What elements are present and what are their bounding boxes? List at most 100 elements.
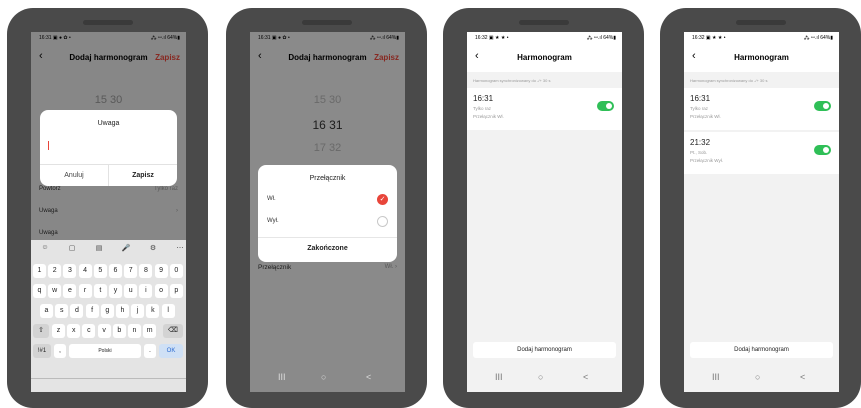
back-icon[interactable]: < <box>583 372 588 382</box>
key-digit[interactable]: 3 <box>63 264 77 278</box>
key-letter[interactable]: g <box>100 304 114 318</box>
key-letter[interactable]: q <box>33 284 46 298</box>
keyboard-layout-icon[interactable]: ▤ <box>93 244 105 252</box>
note-input[interactable] <box>48 138 168 152</box>
add-schedule-button[interactable]: Dodaj harmonogram <box>690 342 833 358</box>
status-time: 16:32 ▣ ★ ★ • <box>475 35 509 41</box>
key-letter[interactable]: c <box>82 324 96 338</box>
key-letter[interactable]: m <box>143 324 157 338</box>
schedule-item[interactable]: 21:32 Pt., Sob. Przełącznik Wył. <box>684 132 839 174</box>
status-bar: 16:32 ▣ ★ ★ • ⁂ ꟷ.ıl 64%▮ <box>467 32 622 44</box>
schedule-item[interactable]: 16:31 Tylko raz Przełącznik Wł. <box>467 88 622 130</box>
recent-apps-icon[interactable]: III <box>712 372 720 382</box>
speaker-notch <box>83 20 133 25</box>
schedule-action: Przełącznik Wył. <box>690 158 723 163</box>
key-digit[interactable]: 1 <box>33 264 46 278</box>
recent-apps-icon[interactable]: III <box>278 372 286 382</box>
option-label: Wył. <box>267 218 279 224</box>
key-letter[interactable]: d <box>70 304 84 318</box>
emoji-icon[interactable]: ☺ <box>39 244 51 251</box>
key-letter[interactable]: y <box>109 284 122 298</box>
dialog-divider <box>258 237 397 238</box>
schedule-toggle[interactable] <box>597 101 614 111</box>
more-icon[interactable]: ⋯ <box>174 244 186 252</box>
key-letter[interactable]: a <box>40 304 53 318</box>
recent-apps-icon[interactable]: III <box>495 372 503 382</box>
key-digit[interactable]: 7 <box>124 264 138 278</box>
sync-note: Harmonogram synchronizowany do -/+ 30 s <box>690 78 768 83</box>
key-letter[interactable]: p <box>169 284 183 298</box>
cancel-button[interactable]: Anuluj <box>40 172 108 179</box>
back-icon[interactable]: < <box>800 372 805 382</box>
key-letter[interactable]: z <box>52 324 65 338</box>
key-letter[interactable]: k <box>146 304 160 318</box>
option-off[interactable]: Wył. <box>258 213 397 231</box>
ok-key[interactable]: OK <box>159 344 183 358</box>
page-title: Harmonogram <box>734 53 789 62</box>
schedule-time: 16:31 <box>690 94 711 103</box>
key-letter[interactable]: h <box>116 304 129 318</box>
key-letter[interactable]: r <box>78 284 92 298</box>
backspace-key[interactable]: ⌫ <box>163 324 183 338</box>
schedule-toggle[interactable] <box>814 145 831 155</box>
keyboard-toolbar: ☺ ▢ ▤ 🎤 ⚙ ⋯ <box>31 244 186 258</box>
home-icon[interactable]: ○ <box>755 372 760 382</box>
microphone-icon[interactable]: 🎤 <box>120 244 132 252</box>
schedule-item[interactable]: 16:31 Tylko raz Przełącznik Wł. <box>684 88 839 130</box>
key-digit[interactable]: 0 <box>169 264 183 278</box>
key-letter[interactable]: l <box>161 304 175 318</box>
key-letter[interactable]: w <box>48 284 62 298</box>
done-button[interactable]: Zakończone <box>258 245 397 252</box>
system-nav-bar: III ○ < <box>467 364 622 392</box>
radio-checked-icon: ✓ <box>377 194 388 205</box>
key-letter[interactable]: u <box>124 284 138 298</box>
space-key[interactable]: Polski <box>69 344 141 358</box>
key-letter[interactable]: t <box>93 284 107 298</box>
schedule-repeat: Tylko raz <box>473 106 492 111</box>
comma-key[interactable]: , <box>54 344 66 358</box>
schedule-toggle[interactable] <box>814 101 831 111</box>
system-nav-bar: III ○ < <box>250 364 405 392</box>
key-digit[interactable]: 9 <box>154 264 168 278</box>
text-cursor <box>48 141 49 150</box>
key-letter[interactable]: e <box>63 284 77 298</box>
settings-gear-icon[interactable]: ⚙ <box>147 244 159 252</box>
key-digit[interactable]: 5 <box>93 264 107 278</box>
clipboard-icon[interactable]: ▢ <box>66 244 78 252</box>
shift-key[interactable]: ⇧ <box>33 324 49 338</box>
home-icon[interactable]: ○ <box>321 372 326 382</box>
page-title: Harmonogram <box>517 53 572 62</box>
key-letter[interactable]: f <box>85 304 99 318</box>
key-digit[interactable]: 2 <box>48 264 62 278</box>
key-digit[interactable]: 8 <box>139 264 153 278</box>
speaker-notch <box>519 20 569 25</box>
schedule-action: Przełącznik Wł. <box>690 114 721 119</box>
key-letter[interactable]: o <box>154 284 168 298</box>
schedule-time: 16:31 <box>473 94 494 103</box>
key-letter[interactable]: i <box>139 284 153 298</box>
header: ‹ Harmonogram <box>467 44 622 72</box>
period-key[interactable]: . <box>144 344 156 358</box>
confirm-button[interactable]: Zapisz <box>109 172 177 179</box>
speaker-notch <box>302 20 352 25</box>
key-letter[interactable]: j <box>131 304 145 318</box>
home-icon[interactable]: ○ <box>538 372 543 382</box>
key-letter[interactable]: v <box>97 324 111 338</box>
key-digit[interactable]: 4 <box>78 264 92 278</box>
back-icon[interactable]: < <box>366 372 371 382</box>
screen-add-schedule-switch: 16:31 ▣ ● ✿ • ⁂ ꟷ.ıl 64%▮ ‹ Dodaj harmon… <box>250 32 405 392</box>
key-letter[interactable]: s <box>55 304 69 318</box>
dialog-title: Uwaga <box>97 120 120 127</box>
add-schedule-button[interactable]: Dodaj harmonogram <box>473 342 616 358</box>
key-digit[interactable]: 6 <box>109 264 122 278</box>
schedule-repeat: Tylko raz <box>690 106 709 111</box>
key-letter[interactable]: n <box>128 324 141 338</box>
sync-note: Harmonogram synchronizowany do -/+ 30 s <box>473 78 551 83</box>
option-on[interactable]: Wł. ✓ <box>258 191 397 209</box>
key-letter[interactable]: x <box>67 324 81 338</box>
symbols-key[interactable]: !#1 <box>33 344 51 358</box>
header: ‹ Harmonogram <box>684 44 839 72</box>
speaker-notch <box>736 20 786 25</box>
screen-add-schedule-note: 16:31 ▣ ● ✿ • ⁂ ꟷ.ıl 64%▮ ‹ Dodaj harmon… <box>31 32 186 392</box>
key-letter[interactable]: b <box>112 324 126 338</box>
